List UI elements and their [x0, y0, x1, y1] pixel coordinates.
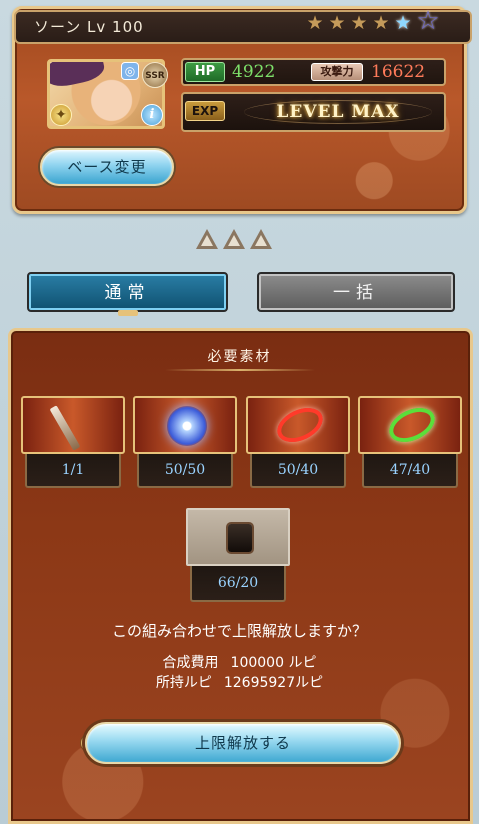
- material-count-3: 50/40: [250, 454, 346, 488]
- extra-material-count: 66/20: [190, 566, 286, 602]
- hp-value: 4922: [232, 62, 276, 82]
- triangle-icon: [196, 229, 218, 249]
- material-count-2: 50/50: [137, 454, 233, 488]
- material-slot-1[interactable]: [21, 396, 125, 454]
- rarity-stars: ★ ★ ★ ★ ★ ☆: [305, 8, 441, 35]
- triangle-icon: [223, 229, 245, 249]
- extra-material-slot[interactable]: [186, 508, 290, 566]
- star-icon: ★: [350, 12, 368, 34]
- material-slot-4[interactable]: [358, 396, 462, 454]
- attack-value: 16622: [371, 62, 426, 82]
- materials-title: 必要素材: [207, 349, 272, 365]
- confirm-question: この組み合わせで上限解放しますか？: [111, 622, 367, 640]
- treasure-chest-icon: [228, 524, 252, 552]
- triangle-icon: [250, 229, 272, 249]
- base-change-button[interactable]: ベース変更: [40, 148, 174, 186]
- owned-label: 所持ルピ: [155, 675, 212, 691]
- character-name-text: ソーン: [34, 18, 82, 36]
- cost-line: 合成費用 100000 ルピ: [0, 652, 479, 672]
- uncap-button[interactable]: 上限解放する: [85, 722, 401, 764]
- cost-value: 100000 ルピ: [230, 655, 317, 671]
- tab-normal[interactable]: 通常: [27, 272, 228, 312]
- exp-label: EXP: [185, 101, 225, 121]
- owned-value: 12695927ルピ: [223, 675, 324, 691]
- material-slot-2[interactable]: [133, 396, 237, 454]
- uncap-indicator: [196, 229, 272, 249]
- ssr-badge: SSR: [142, 62, 168, 88]
- ring-icon: ◎: [121, 62, 139, 80]
- star-icon: ★: [306, 12, 324, 34]
- level-max-status: LEVEL MAX: [276, 102, 400, 122]
- material-count-4: 47/40: [362, 454, 458, 488]
- material-count-1: 1/1: [25, 454, 121, 488]
- outlined-star-icon: ☆: [416, 6, 440, 36]
- star-icon: ★: [372, 12, 390, 34]
- portrait-hat: [50, 62, 107, 90]
- character-level: Lv 100: [87, 18, 144, 36]
- blue-orb-icon: [167, 406, 207, 446]
- tab-bulk[interactable]: 一括: [257, 272, 455, 312]
- hp-label: HP: [185, 62, 225, 82]
- material-slot-3[interactable]: [246, 396, 350, 454]
- title-divider: [165, 369, 315, 371]
- selected-tab-indicator: [118, 310, 138, 316]
- info-icon[interactable]: i: [141, 104, 163, 126]
- blue-star-icon: ★: [394, 12, 412, 34]
- green-ring-icon: [383, 401, 441, 449]
- cost-label: 合成費用: [162, 655, 219, 671]
- star-icon: ★: [328, 12, 346, 34]
- character-name: ソーン Lv 100: [34, 16, 144, 37]
- weapon-icon: [49, 405, 81, 451]
- attack-label: 攻撃力: [311, 63, 363, 81]
- red-ring-icon: [271, 401, 329, 449]
- owned-rupie-line: 所持ルピ 12695927ルピ: [0, 672, 479, 692]
- plus-icon: ✦: [50, 104, 72, 126]
